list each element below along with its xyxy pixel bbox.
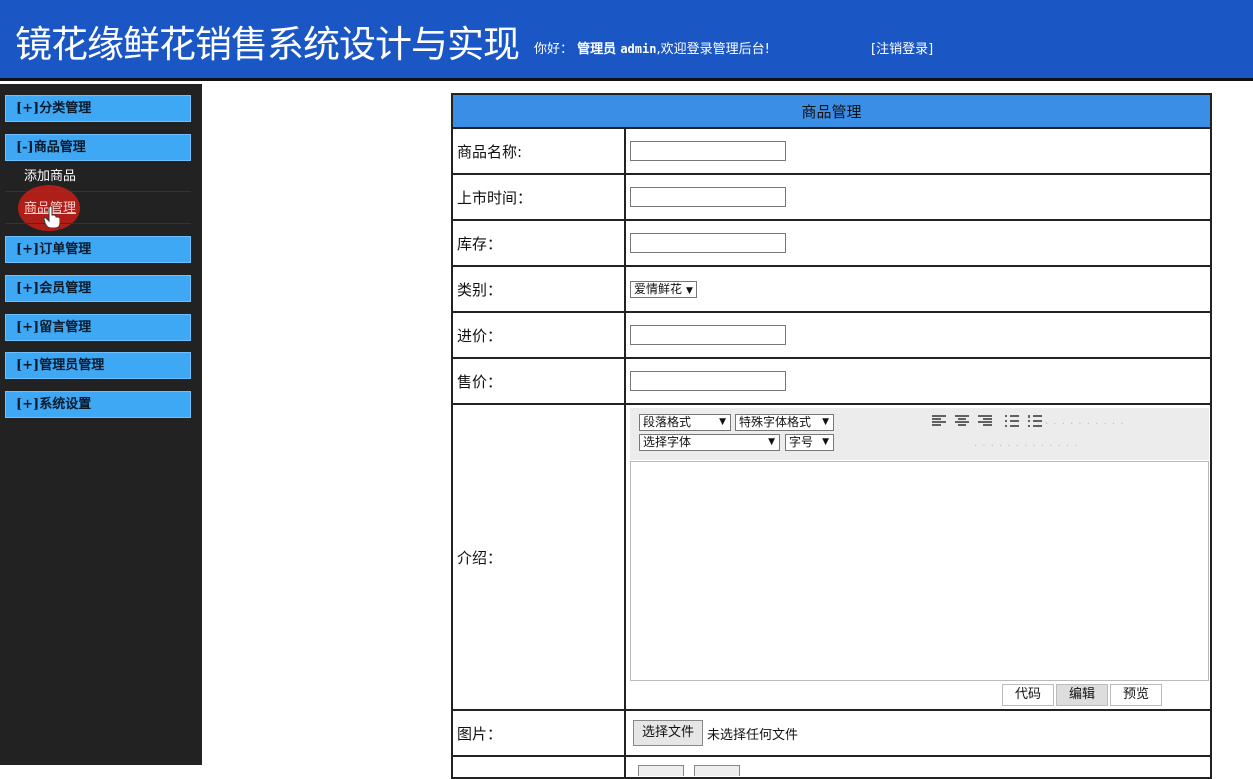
welcome-text: ,欢迎登录管理后台!	[656, 42, 770, 57]
dropdown-arrow-icon: ▼	[822, 437, 829, 447]
stock-input[interactable]	[630, 233, 786, 253]
editor-text-area[interactable]	[630, 461, 1209, 681]
special-font-value: 特殊字体格式	[739, 415, 812, 429]
align-right-icon[interactable]	[978, 415, 992, 427]
product-form: 商品管理 商品名称: 上市时间： 库存： 类别： 爱情鲜花 ▼ 进价： 售价： 介…	[451, 93, 1212, 779]
top-header: 镜花缘鲜花销售系统设计与实现 你好： 管理员 admin,欢迎登录管理后台! […	[0, 0, 1253, 81]
category-select[interactable]: 爱情鲜花 ▼	[630, 281, 697, 298]
product-name-label: 商品名称:	[451, 127, 626, 175]
toolbar-placeholder-icons: · · · · · · · · · · · · ·	[974, 441, 1079, 452]
sub-item-product-management[interactable]: 商品管理	[5, 194, 191, 224]
release-date-label: 上市时间：	[451, 173, 626, 221]
logout-link[interactable]: [注销登录]	[871, 38, 933, 57]
paragraph-format-value: 段落格式	[643, 415, 692, 429]
menu-category-management[interactable]: [+]分类管理	[5, 95, 191, 122]
align-center-icon[interactable]	[955, 415, 969, 427]
category-label: 类别：	[451, 265, 626, 313]
preview-mode-button[interactable]: 预览	[1110, 684, 1162, 706]
dropdown-arrow-icon: ▼	[719, 417, 726, 427]
font-family-select[interactable]: 选择字体 ▼	[639, 434, 780, 451]
special-font-select[interactable]: 特殊字体格式 ▼	[735, 414, 834, 431]
image-label: 图片：	[451, 709, 626, 757]
category-select-value: 爱情鲜花	[634, 282, 683, 296]
form-title: 商品管理	[451, 93, 1212, 129]
release-date-input[interactable]	[630, 187, 786, 207]
menu-product-management[interactable]: [-]商品管理	[5, 134, 191, 161]
cost-price-input[interactable]	[630, 325, 786, 345]
submit-button[interactable]	[638, 765, 684, 776]
file-status-text: 未选择任何文件	[707, 727, 799, 743]
menu-admin-management[interactable]: [+]管理员管理	[5, 352, 191, 379]
dropdown-arrow-icon: ▼	[686, 286, 693, 296]
menu-system-settings[interactable]: [+]系统设置	[5, 391, 191, 418]
cost-price-label: 进价：	[451, 311, 626, 359]
menu-order-management[interactable]: [+]订单管理	[5, 236, 191, 263]
font-family-value: 选择字体	[643, 435, 692, 449]
paragraph-format-select[interactable]: 段落格式 ▼	[639, 414, 731, 431]
username-label: admin	[620, 42, 657, 56]
sale-price-input[interactable]	[630, 371, 786, 391]
edit-mode-button[interactable]: 编辑	[1056, 684, 1108, 706]
hand-cursor-icon	[44, 206, 60, 228]
dropdown-arrow-icon: ▼	[822, 417, 829, 427]
sale-price-label: 售价：	[451, 357, 626, 405]
menu-member-management[interactable]: [+]会员管理	[5, 275, 191, 302]
align-left-icon[interactable]	[932, 415, 946, 427]
choose-file-button[interactable]: 选择文件	[633, 720, 704, 746]
intro-label: 介绍：	[451, 403, 626, 711]
product-name-input[interactable]	[630, 141, 786, 161]
rich-text-editor: 段落格式 ▼ 特殊字体格式 ▼ 选择字体 ▼ 字号 ▼ · · · · · · · · …	[630, 408, 1209, 708]
editor-toolbar: 段落格式 ▼ 特殊字体格式 ▼ 选择字体 ▼ 字号 ▼ · · · · · · · · …	[630, 408, 1209, 460]
menu-message-management[interactable]: [+]留言管理	[5, 314, 191, 341]
app-title: 镜花缘鲜花销售系统设计与实现	[15, 23, 520, 66]
dropdown-arrow-icon: ▼	[768, 437, 775, 447]
code-mode-button[interactable]: 代码	[1002, 684, 1054, 706]
font-size-select[interactable]: 字号 ▼	[785, 434, 834, 451]
stock-label: 库存：	[451, 219, 626, 267]
bullet-list-icon[interactable]	[1005, 415, 1019, 427]
toolbar-placeholder-icons: · · · · · · · · · ·	[1045, 419, 1125, 430]
greeting-prefix: 你好：	[534, 42, 574, 57]
greeting-text: 你好： 管理员 admin,欢迎登录管理后台!	[534, 38, 770, 57]
font-size-value: 字号	[789, 435, 814, 449]
numbered-list-icon[interactable]	[1028, 415, 1042, 427]
reset-button[interactable]	[694, 765, 740, 776]
role-label: 管理员	[577, 42, 617, 57]
action-label-cell	[451, 755, 626, 779]
